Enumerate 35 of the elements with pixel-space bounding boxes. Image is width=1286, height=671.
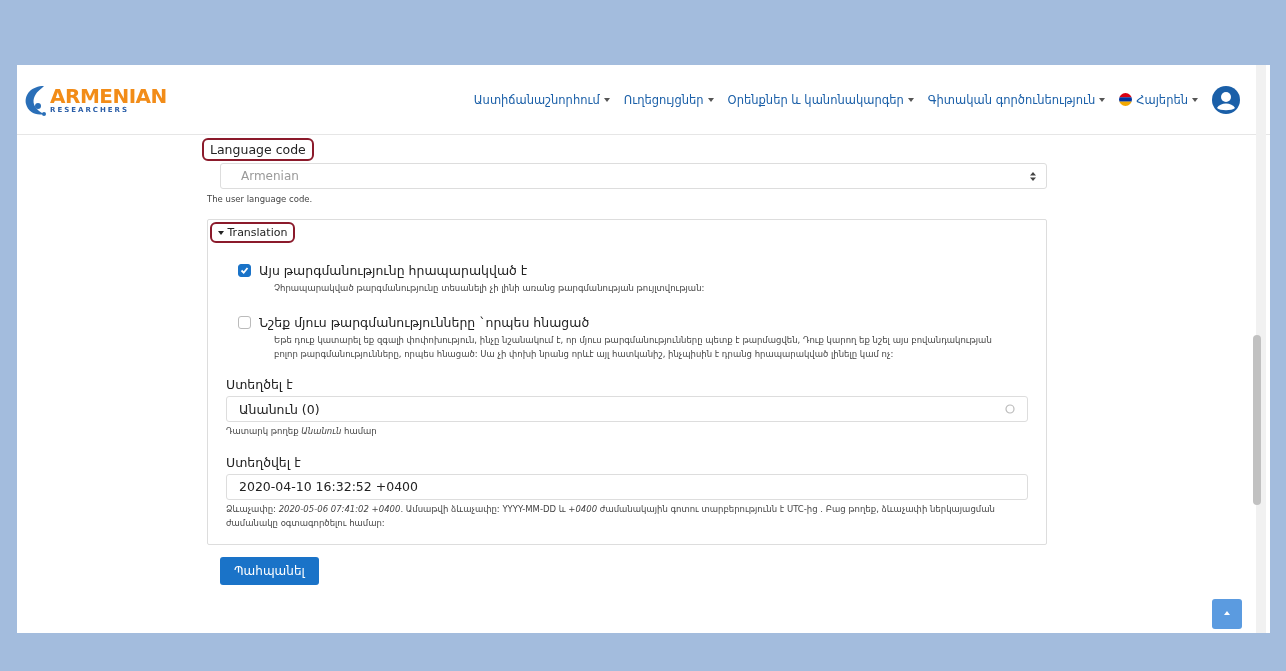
help-text: Դատարկ թողեք Անանուն համար: [226, 425, 378, 439]
help-text: Եթե դուք կատարել եք զգալի փոփոխություն, ինչը նշանակում է, որ մյուս թարգմանությունները պետք է թարմացվեն, Դուք կարող եք նշել այս բովանդակության բոլոր թարգմանությունները, որպես հնացած: Սա չի փոխի նրանց որևէ այլ հատկանիշ, ինչպիսին է դրանց հրապարակված լինելը կամ ոչ:: [274, 334, 993, 361]
save-button[interactable]: Պահպանել: [220, 557, 319, 586]
nav-menu-link[interactable]: Աստիճանաշնորհում: [473, 92, 610, 107]
checkbox-label: Այս թարգմանությունը հրապարակված է: [259, 262, 528, 278]
checkbox[interactable]: [238, 316, 251, 330]
nav-menu-link[interactable]: Ուղեցույցներ: [623, 92, 714, 107]
field-label: Ստեղծվել է: [226, 454, 302, 470]
throbber-icon: [1005, 404, 1015, 415]
nav-menu-link[interactable]: Գիտական գործունեություն: [927, 92, 1106, 107]
field-label: Ստեղծել է: [226, 377, 294, 393]
help-text: Չհրապարակված թարգմանությունը տեսանելի չի լինի առանց թարգմանության թույլտվության:: [274, 281, 706, 295]
sort-arrows-icon: [1030, 171, 1036, 181]
scrollbar[interactable]: [1256, 65, 1266, 633]
checkbox-label: Նշեք մյուս թարգմանությունները `որպես հնացած: [259, 315, 590, 331]
language-menu[interactable]: Հայերեն: [1119, 92, 1198, 107]
field-label: Language code: [202, 138, 314, 161]
caret-icon: [1192, 97, 1198, 102]
help-text: The user language code.: [207, 193, 314, 206]
checkbox[interactable]: [238, 263, 251, 277]
autocomplete-field[interactable]: Անանուն (0): [226, 396, 1028, 423]
arrow-up-icon: [1223, 610, 1231, 618]
input-field[interactable]: 2020-04-10 16:32:52 +0400: [226, 473, 1028, 500]
back-to-top-button[interactable]: [1212, 599, 1242, 629]
flag-icon: [1119, 93, 1133, 106]
user-avatar-icon[interactable]: [1212, 85, 1240, 114]
caret-icon: [603, 97, 610, 102]
translation-summary[interactable]: Translation: [210, 221, 296, 243]
logo-title: ARMENIAN: [50, 85, 167, 106]
caret-icon: [1099, 97, 1106, 102]
nav-menu-link[interactable]: Օրենքներ և կանոնակարգեր: [727, 92, 914, 107]
caret-icon: [907, 97, 914, 102]
caret-icon: [707, 97, 714, 102]
caret-down-icon: [218, 229, 224, 236]
help-text: Ձևաչափը: 2020-05-06 07:41:02 +0400. Ամսաթվի ձևաչափը: YYYY-MM-DD և +0400 ժամանակային գոտու տարբերությունն է UTC-ից . Բաց թողեք, ձևաչափի ներկայացման ժամանակը օգտագործելու համար:: [226, 502, 996, 530]
